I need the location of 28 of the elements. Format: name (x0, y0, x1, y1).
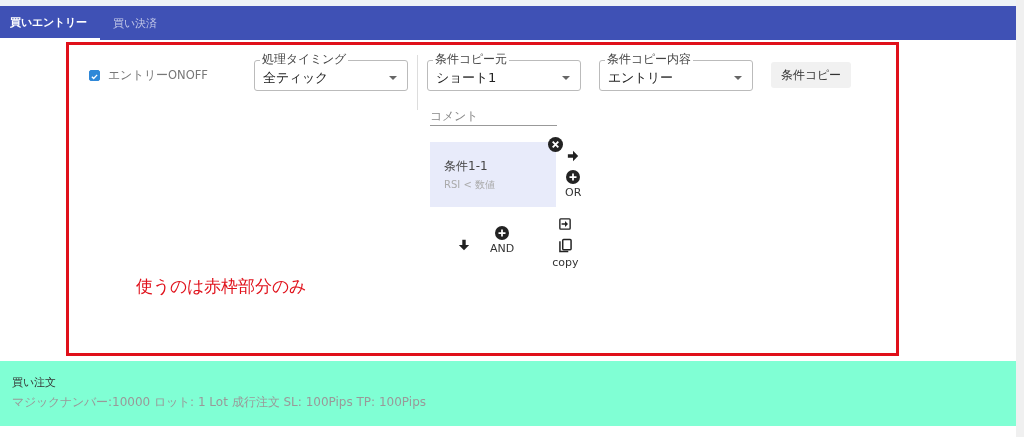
tab[interactable]: 買いエントリー (0, 6, 100, 40)
or-label: OR (565, 186, 582, 199)
import-icon[interactable] (559, 218, 572, 230)
field-label: 処理タイミング (260, 51, 348, 67)
caret-icon (734, 76, 742, 80)
copy-icon[interactable] (558, 238, 572, 254)
checkbox-label: エントリーONOFF (108, 67, 208, 83)
right-arrow-icon[interactable] (567, 150, 580, 162)
caret-icon (389, 76, 397, 80)
annotation-text: 使うのは赤枠部分のみ (136, 275, 306, 298)
copy-conditions-button[interactable]: 条件コピー (771, 62, 851, 88)
field-label: 条件コピー元 (433, 51, 509, 67)
add-icon[interactable] (566, 170, 581, 184)
order-detail: マジックナンバー:10000 ロット: 1 Lot 成行注文 SL: 100Pips TP: 100Pips (12, 394, 428, 411)
scrollbar[interactable] (1016, 0, 1024, 437)
copy-label: copy (552, 256, 579, 269)
condition-card[interactable]: 条件1-1 RSI < 数値 (430, 142, 556, 207)
field-label: 条件コピー内容 (605, 51, 693, 67)
condition-detail: RSI < 数値 (444, 178, 496, 192)
add-icon[interactable] (495, 226, 510, 240)
checkbox[interactable] (89, 69, 100, 81)
condition-title: 条件1-1 (444, 158, 489, 175)
close-icon[interactable] (548, 137, 563, 152)
and-label: AND (490, 242, 515, 255)
tab[interactable]: 買い決済 (100, 6, 170, 40)
caret-icon (562, 76, 570, 80)
down-arrow-icon[interactable] (458, 239, 470, 251)
order-title: 買い注文 (12, 375, 57, 390)
